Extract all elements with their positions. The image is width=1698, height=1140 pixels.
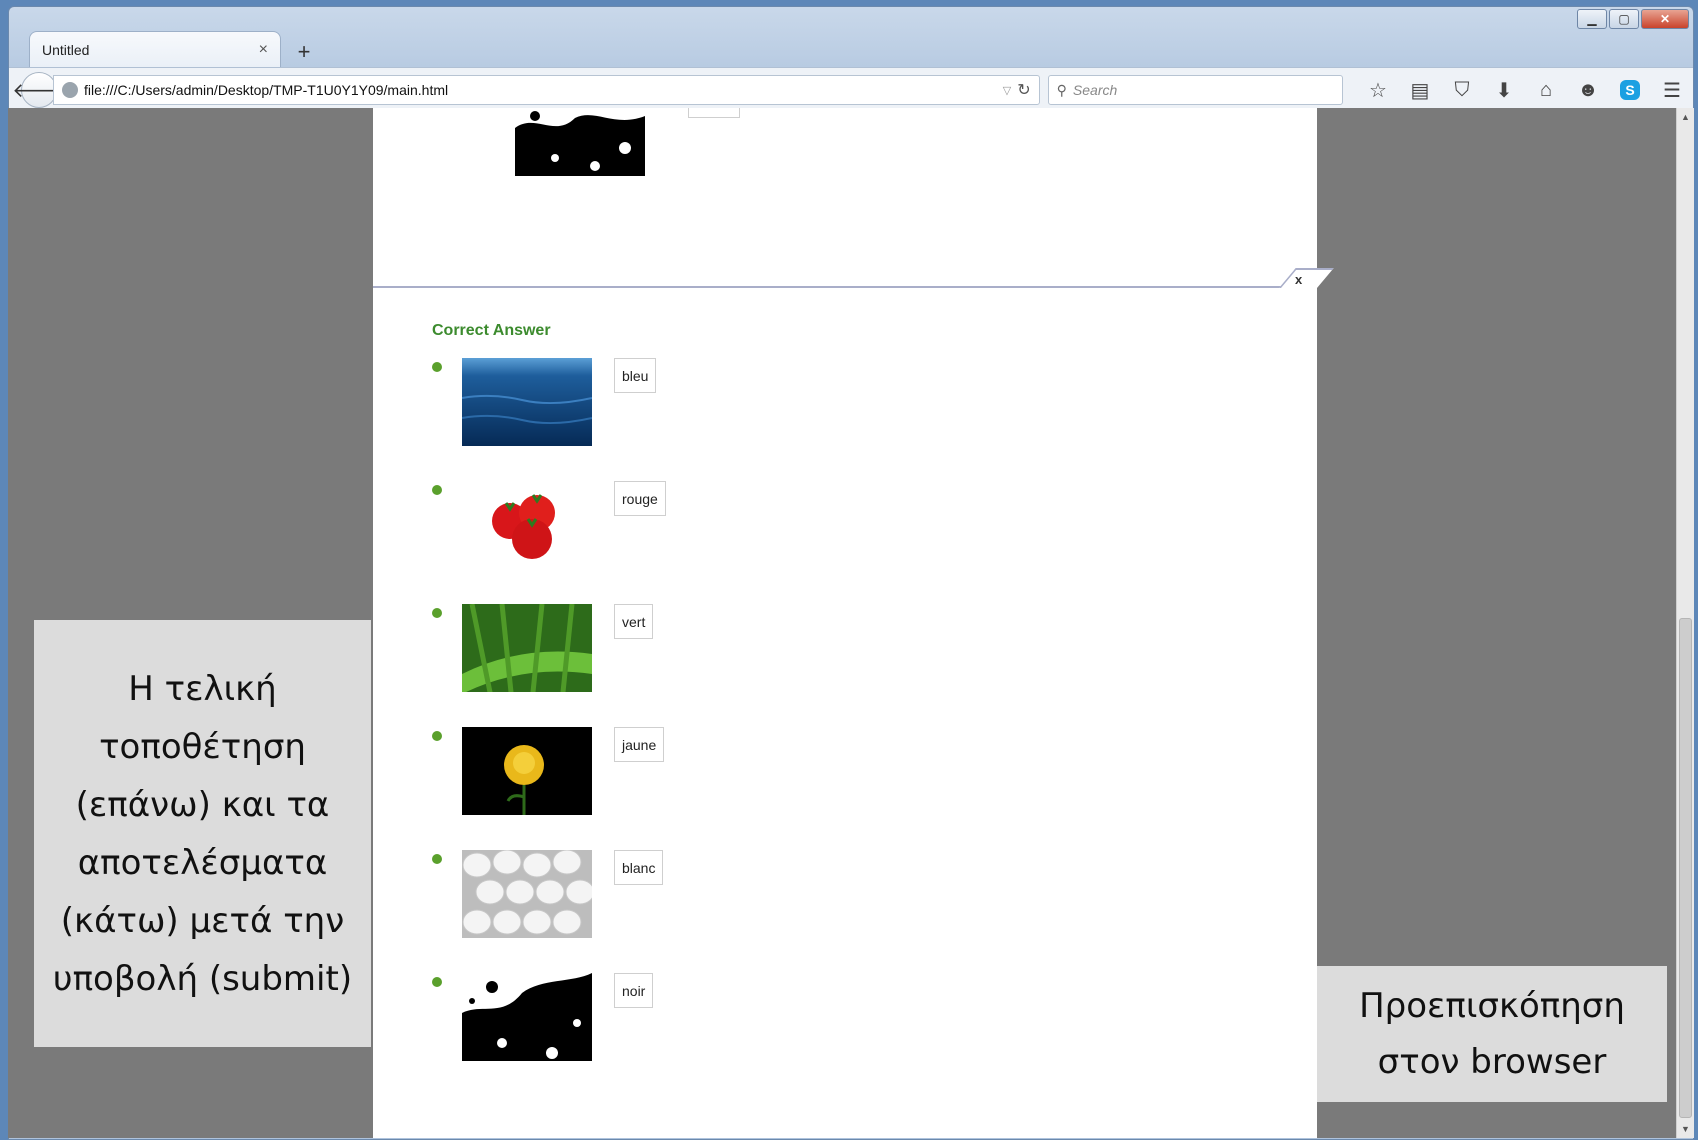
back-button[interactable]: 🡐 [12, 72, 66, 108]
answer-box[interactable]: vert [614, 604, 654, 639]
url-bar[interactable]: file:///C:/Users/admin/Desktop/TMP-T1U0Y… [53, 75, 1040, 105]
section-divider [373, 286, 1317, 288]
download-icon[interactable]: ⬇ [1483, 75, 1525, 105]
bullet-dot [432, 362, 442, 372]
search-placeholder: Search [1072, 82, 1118, 98]
bullet-dot [432, 854, 442, 864]
tomatoes-image [462, 481, 592, 569]
menu-icon[interactable]: ☰ [1651, 75, 1693, 105]
annotation-left: Η τελική τοποθέτηση (επάνω) και τα αποτε… [34, 620, 371, 1047]
reload-icon[interactable]: ↻ [1017, 80, 1030, 100]
yellow-rose-image [462, 727, 592, 815]
tab-strip: Untitled × + [29, 29, 319, 67]
minimize-icon[interactable]: ▁ [1577, 9, 1607, 29]
close-tab-shape [1279, 268, 1334, 288]
vertical-scrollbar[interactable]: ▲ ▼ [1676, 108, 1694, 1138]
star-icon[interactable]: ☆ [1357, 75, 1399, 105]
navigation-bar: 🡐 file:///C:/Users/admin/Desktop/TMP-T1U… [9, 67, 1693, 113]
close-icon[interactable]: ✕ [1641, 9, 1689, 29]
answer-box[interactable]: noir [614, 973, 654, 1008]
dropmarker-icon[interactable]: ▽ [1003, 84, 1011, 97]
reading-list-icon[interactable]: ▤ [1399, 75, 1441, 105]
exercise-page: x Correct Answer bleu rouge vert jaune b… [373, 108, 1334, 1138]
sea-image [462, 358, 592, 446]
annotation-right: Προεπισκόπηση στον browser [1317, 966, 1667, 1102]
answer-box[interactable]: blanc [614, 850, 664, 885]
black-splash-image [462, 973, 592, 1061]
skype-icon[interactable]: S [1609, 75, 1651, 105]
window-controls: ▁ ▢ ✕ [1575, 9, 1689, 29]
annotation-left-text: Η τελική τοποθέτηση (επάνω) και τα αποτε… [52, 668, 353, 999]
correct-answer-title: Correct Answer [432, 322, 551, 339]
search-input[interactable]: ⚲ Search [1047, 75, 1343, 105]
scrollbar-thumb[interactable] [1679, 618, 1692, 1118]
url-text: file:///C:/Users/admin/Desktop/TMP-T1U0Y… [84, 82, 449, 98]
bullet-dot [432, 977, 442, 987]
answer-box[interactable]: jaune [614, 727, 665, 762]
scroll-down-icon[interactable]: ▼ [1677, 1120, 1694, 1138]
tab-untitled[interactable]: Untitled × [29, 31, 281, 67]
home-icon[interactable]: ⌂ [1525, 75, 1567, 105]
grass-image [462, 604, 592, 692]
answer-box[interactable]: rouge [614, 481, 666, 516]
bullet-dot [432, 731, 442, 741]
black-splash-image [515, 108, 645, 176]
search-icon: ⚲ [1056, 81, 1067, 98]
toolbar-icons: ☆ ▤ ⛉ ⬇ ⌂ ☻ S ☰ [1357, 75, 1693, 105]
pocket-icon[interactable]: ⛉ [1441, 75, 1483, 105]
new-tab-button[interactable]: + [289, 37, 319, 67]
annotation-right-text: Προεπισκόπηση στον browser [1359, 986, 1625, 1082]
chat-icon[interactable]: ☻ [1567, 75, 1609, 105]
scroll-up-icon[interactable]: ▲ [1677, 108, 1694, 126]
tab-title: Untitled [42, 41, 90, 58]
top-answer-box[interactable] [688, 108, 740, 118]
bullet-dot [432, 485, 442, 495]
globe-icon [62, 82, 78, 98]
eggs-image [462, 850, 592, 938]
bullet-dot [432, 608, 442, 618]
answer-box[interactable]: bleu [614, 358, 657, 393]
maximize-icon[interactable]: ▢ [1609, 9, 1639, 29]
close-results-button[interactable]: x [1295, 272, 1302, 287]
tab-close-icon[interactable]: × [259, 41, 268, 59]
